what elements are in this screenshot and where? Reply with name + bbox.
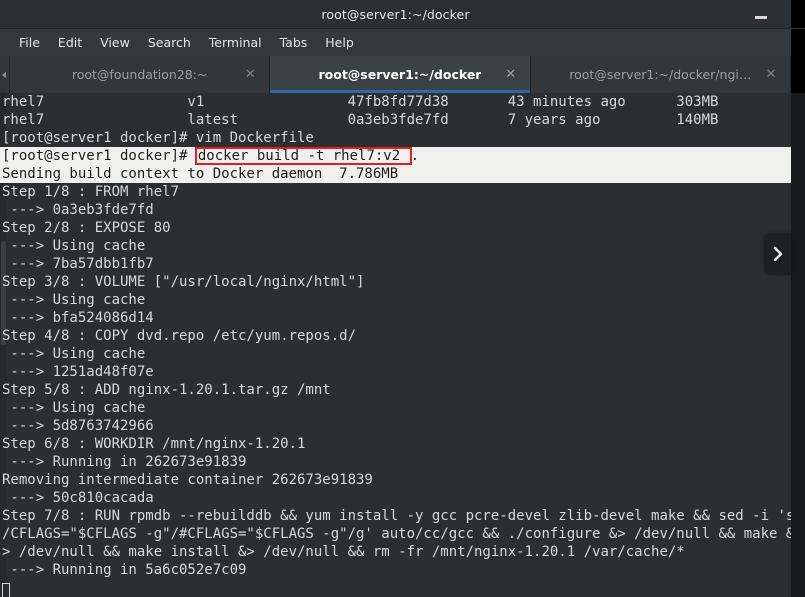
terminal-line: ---> bfa524086d14 [0,309,805,327]
titlebar-right-edge [791,0,805,28]
terminal-line: rhel7 v1 47fb8fd77d38 43 minutes ago 303… [0,93,805,111]
minimize-icon [755,16,767,19]
terminal-command-suffix: . [410,148,420,164]
terminal-line: Removing intermediate container 262673e9… [0,471,805,489]
tab-label: root@server1:~/docker/ngi… [569,67,752,82]
terminal-line-text: ---> Using cache [2,400,146,416]
terminal-line-text: /CFLAGS="$CFLAGS -g"/#CFLAGS="$CFLAGS -g… [2,526,795,542]
terminal-line-text: > /dev/null && make install &> /dev/null… [2,544,685,560]
terminal-line-text: ---> Using cache [2,292,146,308]
close-icon[interactable]: ✕ [243,67,257,82]
terminal-line: ---> 1251ad48f07e [0,363,805,381]
terminal-line: ---> Running in 262673e91839 [0,453,805,471]
terminal-line: Step 2/8 : EXPOSE 80 [0,219,805,237]
terminal-line: Step 4/8 : COPY dvd.repo /etc/yum.repos.… [0,327,805,345]
terminal-line-text: [root@server1 docker]# vim Dockerfile [2,130,314,146]
minimize-button[interactable] [753,7,769,21]
tabbar-right-edge [791,56,805,93]
menu-item-terminal[interactable]: Terminal [200,32,271,53]
terminal-line: ---> Using cache [0,237,805,255]
terminal-line: ---> Running in 5a6c052e7c09 [0,561,805,579]
tab-foundation28[interactable]: root@foundation28:~ ✕ [10,56,271,93]
terminal-line: ---> 50c810cacada [0,489,805,507]
terminal-line [0,579,805,597]
terminal-output-area[interactable]: rhel7 v1 47fb8fd77d38 43 minutes ago 303… [0,93,805,597]
terminal-text: rhel7 v1 47fb8fd77d38 43 minutes ago 303… [0,93,805,597]
tab-bar: root@foundation28:~ ✕ root@server1:~/doc… [0,56,791,93]
terminal-prompt: [root@server1 docker]# [2,148,196,164]
terminal-line-text: ---> 50c810cacada [2,490,154,506]
terminal-line: ---> Using cache [0,399,805,417]
terminal-line-text: Step 3/8 : VOLUME ["/usr/local/nginx/htm… [2,274,365,290]
terminal-line: Step 6/8 : WORKDIR /mnt/nginx-1.20.1 [0,435,805,453]
terminal-window: root@server1:~/docker File Edit View Sea… [0,0,805,597]
terminal-line: [root@server1 docker]# docker build -t r… [0,147,805,165]
menu-item-tabs[interactable]: Tabs [271,32,317,53]
terminal-line: Step 5/8 : ADD nginx-1.20.1.tar.gz /mnt [0,381,805,399]
close-icon[interactable]: ✕ [764,67,778,82]
terminal-line: ---> 7ba57dbb1fb7 [0,255,805,273]
terminal-line-text: Step 2/8 : EXPOSE 80 [2,220,171,236]
chevron-right-icon [773,246,783,262]
terminal-line-text: ---> Using cache [2,346,146,362]
menu-item-view[interactable]: View [91,32,139,53]
terminal-line-text: Step 7/8 : RUN rpmdb --rebuilddb && yum … [2,508,795,524]
terminal-line-text: rhel7 v1 47fb8fd77d38 43 minutes ago 303… [2,94,719,110]
terminal-line: Step 3/8 : VOLUME ["/usr/local/nginx/htm… [0,273,805,291]
title-bar: root@server1:~/docker [0,0,791,29]
terminal-line-text: ---> 5d8763742966 [2,418,154,434]
terminal-line-text: Sending build context to Docker daemon 7… [2,166,399,182]
tab-label: root@foundation28:~ [71,67,208,82]
terminal-line-text: Step 1/8 : FROM rhel7 [2,184,180,200]
terminal-line-text: ---> Running in 262673e91839 [2,454,247,470]
terminal-line: rhel7 latest 0a3eb3fde7fd 7 years ago 14… [0,111,805,129]
terminal-line-text: ---> 1251ad48f07e [2,364,154,380]
terminal-line-text: rhel7 latest 0a3eb3fde7fd 7 years ago 14… [2,112,719,128]
menu-item-file[interactable]: File [10,32,49,53]
tab-server1-docker[interactable]: root@server1:~/docker ✕ [270,56,531,93]
close-icon[interactable]: ✕ [504,67,518,82]
terminal-line: ---> 0a3eb3fde7fd [0,201,805,219]
terminal-line: ---> Using cache [0,345,805,363]
window-right-edge [791,93,805,597]
terminal-line-text: ---> bfa524086d14 [2,310,154,326]
tab-server1-docker-nginx[interactable]: root@server1:~/docker/ngi… ✕ [530,56,791,93]
terminal-line: ---> 5d8763742966 [0,417,805,435]
terminal-line-text: ---> Running in 5a6c052e7c09 [2,562,247,578]
tab-label: root@server1:~/docker [318,67,482,82]
menu-item-search[interactable]: Search [139,32,200,53]
terminal-line: ---> Using cache [0,291,805,309]
menu-bar: File Edit View Search Terminal Tabs Help [0,29,791,56]
terminal-line: Sending build context to Docker daemon 7… [0,165,805,183]
menubar-right-edge [791,29,805,56]
terminal-line: > /dev/null && make install &> /dev/null… [0,543,805,561]
terminal-line: Step 7/8 : RUN rpmdb --rebuilddb && yum … [0,507,805,525]
terminal-line-text: ---> 0a3eb3fde7fd [2,202,154,218]
menu-item-help[interactable]: Help [316,32,363,53]
window-title: root@server1:~/docker [321,6,470,22]
text-cursor [2,583,10,597]
terminal-line-text: ---> 7ba57dbb1fb7 [2,256,154,272]
tab-scroll-left-icon[interactable] [0,56,10,93]
terminal-line: /CFLAGS="$CFLAGS -g"/#CFLAGS="$CFLAGS -g… [0,525,805,543]
terminal-line-text: Removing intermediate container 262673e9… [2,472,373,488]
terminal-line-text: Step 4/8 : COPY dvd.repo /etc/yum.repos.… [2,328,357,344]
terminal-line-text: Step 6/8 : WORKDIR /mnt/nginx-1.20.1 [2,436,306,452]
terminal-line: Step 1/8 : FROM rhel7 [0,183,805,201]
next-arrow-button[interactable] [765,233,791,275]
highlighted-command-annotation: docker build -t rhel7:v2 [194,147,412,165]
terminal-line-text: ---> Using cache [2,238,146,254]
terminal-line: [root@server1 docker]# vim Dockerfile [0,129,805,147]
terminal-line-text: Step 5/8 : ADD nginx-1.20.1.tar.gz /mnt [2,382,331,398]
menu-item-edit[interactable]: Edit [49,32,91,53]
